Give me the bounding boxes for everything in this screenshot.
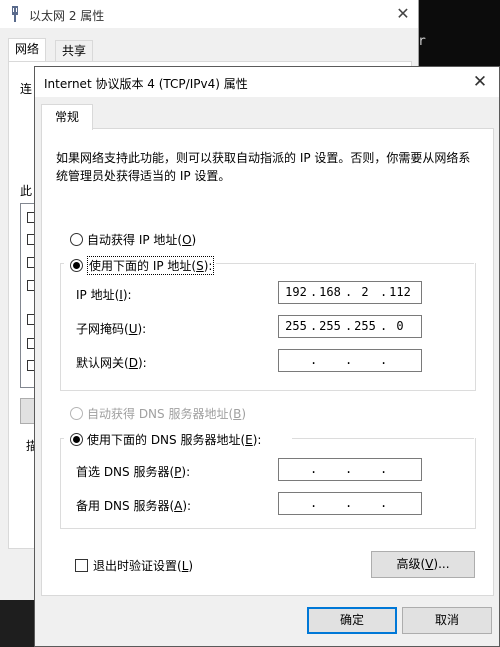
- radio-indicator: [70, 233, 83, 246]
- ip-address-input[interactable]: 192. 168. 2. 112: [278, 281, 422, 304]
- network-adapter-icon: [12, 6, 18, 22]
- advanced-button[interactable]: 高级(V)...: [371, 551, 475, 578]
- use-dns-manual-label: 使用下面的 DNS 服务器地址(E):: [87, 433, 262, 447]
- default-gateway-label: 默认网关(D):: [76, 356, 147, 370]
- default-gateway-input[interactable]: . . .: [278, 349, 422, 372]
- tab-general[interactable]: 常规: [41, 104, 93, 130]
- use-ip-manual-radio[interactable]: 使用下面的 IP 地址(S):: [70, 256, 217, 275]
- ok-button[interactable]: 确定: [307, 607, 397, 634]
- dialog-title: Internet 协议版本 4 (TCP/IPv4) 属性: [44, 77, 248, 91]
- validate-settings-checkbox[interactable]: 退出时验证设置(L): [75, 557, 193, 574]
- terminal-text: r: [418, 34, 426, 49]
- ip-address-label: IP 地址(I):: [76, 288, 132, 302]
- obtain-dns-auto-radio[interactable]: 自动获得 DNS 服务器地址(B): [70, 405, 246, 422]
- close-icon[interactable]: ✕: [392, 3, 414, 25]
- general-panel: 如果网络支持此功能，则可以获取自动指派的 IP 设置。否则，你需要从网络系统管理…: [41, 128, 494, 596]
- subnet-mask-label: 子网掩码(U):: [76, 322, 147, 336]
- radio-indicator: [70, 433, 83, 446]
- use-dns-manual-radio[interactable]: 使用下面的 DNS 服务器地址(E):: [70, 431, 264, 448]
- obtain-ip-auto-radio[interactable]: 自动获得 IP 地址(O): [70, 231, 196, 248]
- validate-settings-label: 退出时验证设置(L): [93, 559, 194, 573]
- obtain-ip-auto-label: 自动获得 IP 地址(O): [87, 233, 197, 247]
- intro-text: 如果网络支持此功能，则可以获取自动指派的 IP 设置。否则，你需要从网络系统管理…: [56, 151, 471, 183]
- ethernet-properties-title: 以太网 2 属性: [29, 9, 105, 23]
- items-label: 此: [20, 184, 33, 198]
- ipv4-properties-dialog: Internet 协议版本 4 (TCP/IPv4) 属性 ✕ 常规 如果网络支…: [34, 66, 500, 647]
- alternate-dns-input[interactable]: . . .: [278, 492, 422, 515]
- dialog-titlebar[interactable]: Internet 协议版本 4 (TCP/IPv4) 属性 ✕: [35, 67, 499, 97]
- radio-indicator: [70, 259, 83, 272]
- dns-server-group: [60, 438, 476, 529]
- preferred-dns-label: 首选 DNS 服务器(P):: [76, 465, 191, 479]
- dialog-close-icon[interactable]: ✕: [467, 70, 493, 94]
- preferred-dns-input[interactable]: . . .: [278, 458, 422, 481]
- connect-using-label: 连: [20, 82, 33, 96]
- obtain-dns-auto-label: 自动获得 DNS 服务器地址(B): [87, 407, 247, 421]
- cancel-button[interactable]: 取消: [402, 607, 492, 634]
- use-ip-manual-label: 使用下面的 IP 地址(S):: [87, 256, 215, 275]
- checkbox-indicator: [75, 559, 88, 572]
- subnet-mask-input[interactable]: 255. 255. 255. 0: [278, 315, 422, 338]
- radio-indicator: [70, 407, 83, 420]
- ethernet-properties-titlebar[interactable]: 以太网 2 属性 ✕: [0, 0, 418, 28]
- alternate-dns-label: 备用 DNS 服务器(A):: [76, 499, 192, 513]
